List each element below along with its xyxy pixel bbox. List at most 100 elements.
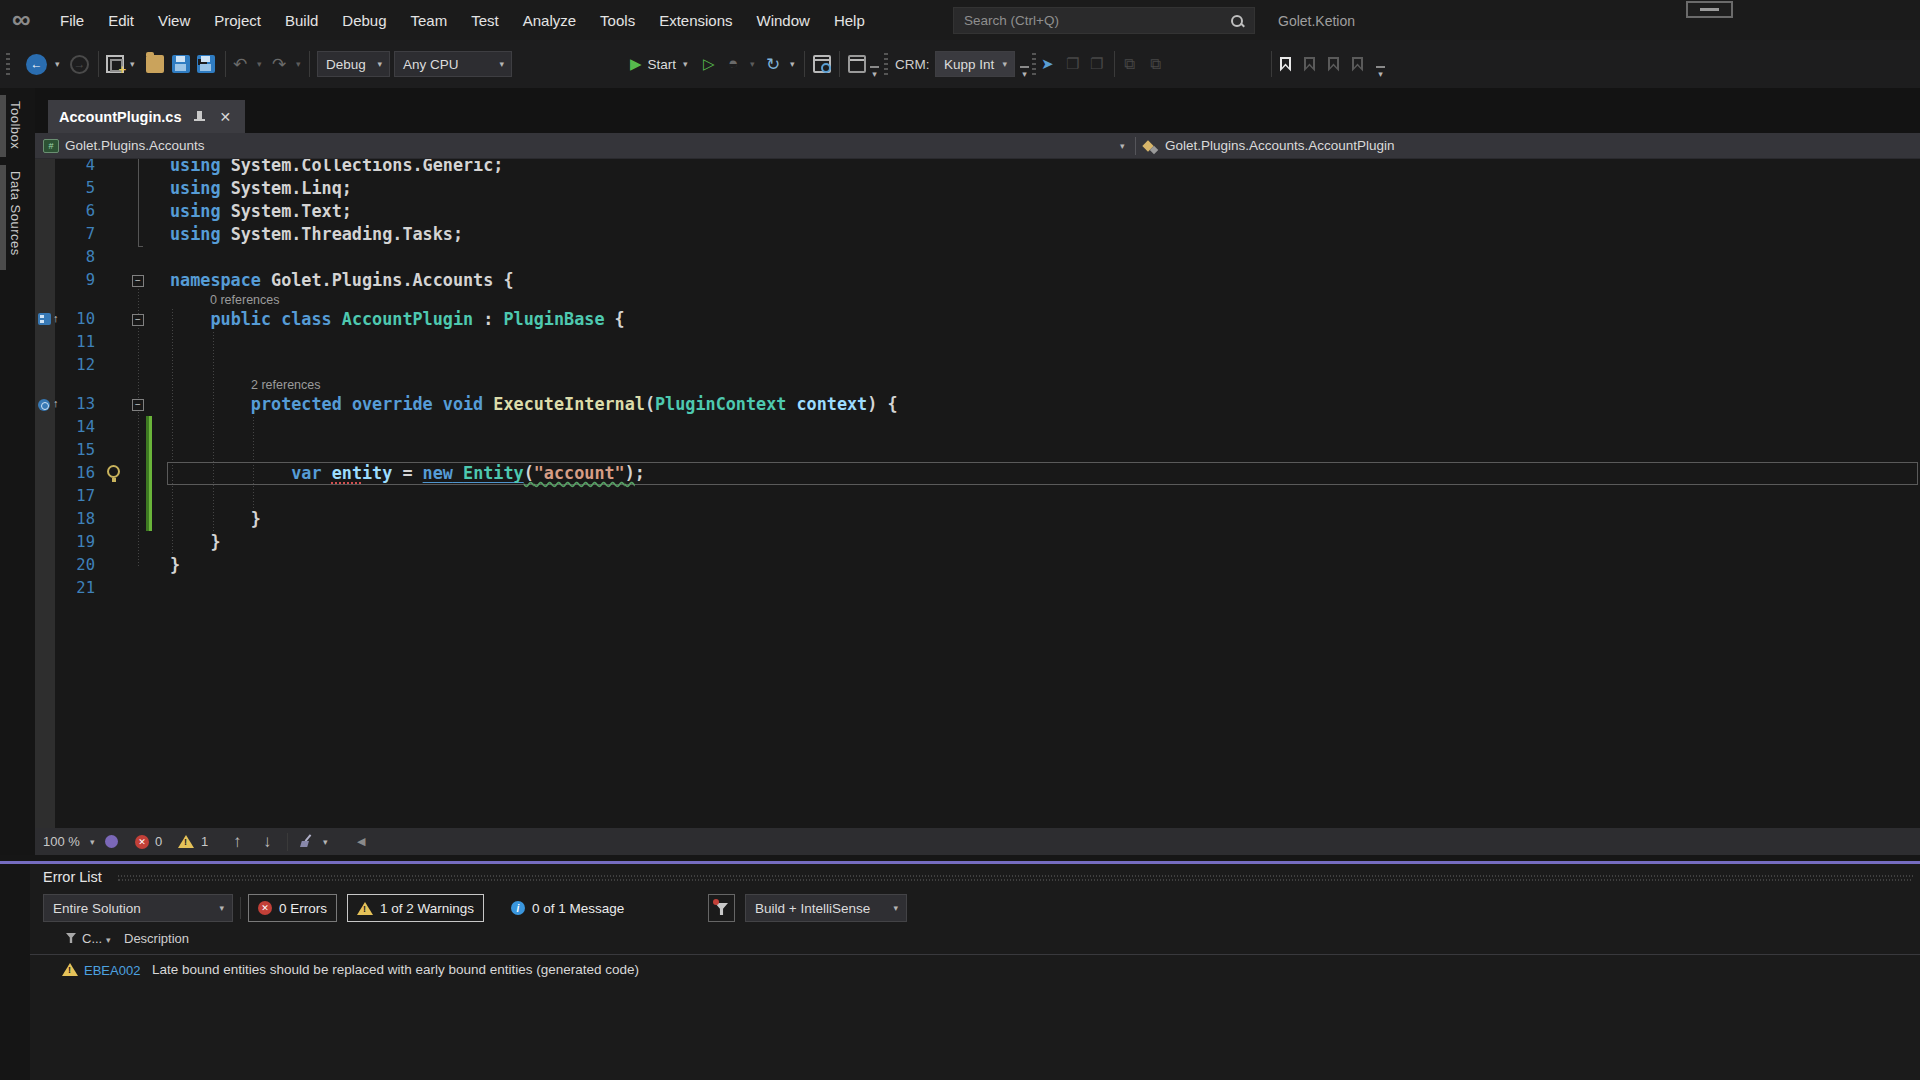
- prev-issue-button[interactable]: ↑: [233, 828, 242, 855]
- codelens-references[interactable]: 0 references: [35, 292, 1920, 308]
- disabled-tool-icon[interactable]: ❐: [1090, 55, 1103, 73]
- refresh-dropdown[interactable]: ▾: [790, 59, 795, 69]
- close-icon[interactable]: ✕: [219, 109, 231, 125]
- code-line[interactable]: 11: [35, 331, 1920, 354]
- new-project-button[interactable]: [106, 55, 124, 73]
- description-column-header[interactable]: Description: [124, 931, 189, 946]
- severity-column-icon[interactable]: [66, 933, 76, 943]
- disabled-tool-icon[interactable]: ❐: [1066, 55, 1079, 73]
- code-line[interactable]: 17: [35, 485, 1920, 508]
- code-line[interactable]: 8: [35, 246, 1920, 269]
- code-cleanup-dropdown[interactable]: ▾: [323, 837, 328, 847]
- undo-dropdown[interactable]: ▾: [257, 59, 262, 69]
- code-line[interactable]: 5using System.Linq;: [35, 177, 1920, 200]
- toolbar-grip[interactable]: [884, 53, 888, 75]
- menu-view[interactable]: View: [146, 12, 202, 29]
- start-without-debug-button[interactable]: ▷: [703, 55, 715, 73]
- account-name[interactable]: Golet.Ketion: [1278, 13, 1355, 29]
- next-issue-button[interactable]: ↓: [263, 828, 272, 855]
- scope-dropdown[interactable]: Entire Solution▾: [43, 894, 233, 922]
- codelens-references[interactable]: 2 references: [35, 377, 1920, 393]
- start-debug-button[interactable]: Start: [648, 57, 677, 72]
- save-all-button[interactable]: [197, 55, 215, 73]
- code-line[interactable]: 20}: [35, 554, 1920, 577]
- source-dropdown[interactable]: Build + IntelliSense▾: [745, 894, 907, 922]
- code-line[interactable]: 6using System.Text;: [35, 200, 1920, 223]
- fold-collapse-box[interactable]: −: [132, 399, 144, 411]
- navigate-back-button[interactable]: ←: [26, 54, 47, 75]
- filter-button[interactable]: [708, 894, 735, 922]
- toolbar-overflow-button[interactable]: ▾: [1376, 66, 1385, 79]
- menu-edit[interactable]: Edit: [96, 12, 146, 29]
- menu-build[interactable]: Build: [273, 12, 330, 29]
- code-line[interactable]: 14: [35, 416, 1920, 439]
- code-line[interactable]: 13−↑ protected override void ExecuteInte…: [35, 393, 1920, 416]
- menu-project[interactable]: Project: [202, 12, 273, 29]
- chevron-down-icon[interactable]: ▾: [1120, 141, 1125, 151]
- toolbar-overflow-button[interactable]: ▾: [870, 66, 879, 79]
- warning-count-icon[interactable]: [178, 835, 194, 848]
- menu-file[interactable]: File: [48, 12, 96, 29]
- code-line[interactable]: 10−↑ public class AccountPlugin : Plugin…: [35, 308, 1920, 331]
- code-cleanup-icon[interactable]: [299, 834, 314, 849]
- toolbar-grip[interactable]: [1032, 53, 1036, 75]
- next-bookmark-button[interactable]: [1328, 57, 1339, 72]
- namespace-dropdown[interactable]: Golet.Plugins.Accounts: [65, 138, 205, 153]
- undo-button[interactable]: ↶: [233, 54, 247, 75]
- code-line[interactable]: 9−namespace Golet.Plugins.Accounts {: [35, 269, 1920, 292]
- type-dropdown[interactable]: Golet.Plugins.Accounts.AccountPlugin: [1165, 138, 1395, 153]
- warning-code[interactable]: EBEA002: [84, 963, 140, 978]
- disabled-tool-icon[interactable]: ⧉: [1124, 55, 1135, 73]
- redo-dropdown[interactable]: ▾: [296, 59, 301, 69]
- zoom-level[interactable]: 100 %: [43, 828, 80, 855]
- inheritance-glyph-icon[interactable]: [38, 313, 51, 325]
- menu-window[interactable]: Window: [745, 12, 822, 29]
- code-line[interactable]: 16 var entity = new Entity("account");: [35, 462, 1920, 485]
- menu-analyze[interactable]: Analyze: [511, 12, 588, 29]
- search-box[interactable]: Search (Ctrl+Q): [953, 7, 1255, 34]
- profiler-button[interactable]: ◓: [728, 54, 738, 74]
- menu-tools[interactable]: Tools: [588, 12, 647, 29]
- pin-icon[interactable]: [193, 110, 205, 124]
- menu-debug[interactable]: Debug: [330, 12, 398, 29]
- minimize-button[interactable]: [1686, 1, 1733, 18]
- navigate-back-dropdown[interactable]: ▾: [55, 59, 60, 69]
- menu-extensions[interactable]: Extensions: [647, 12, 744, 29]
- profiler-dropdown[interactable]: ▾: [750, 59, 755, 69]
- override-glyph-icon[interactable]: [38, 399, 50, 411]
- select-pointer-icon[interactable]: ➤: [1041, 55, 1054, 73]
- warnings-filter-button[interactable]: 1 of 2 Warnings: [347, 894, 484, 922]
- code-line[interactable]: 7using System.Threading.Tasks;: [35, 223, 1920, 246]
- code-editor[interactable]: 4using System.Collections.Generic;5using…: [35, 159, 1920, 828]
- sidebar-tab-toolbox[interactable]: Toolbox: [0, 95, 35, 157]
- lightbulb-icon[interactable]: [107, 465, 120, 478]
- new-project-dropdown[interactable]: ▾: [130, 59, 135, 69]
- refresh-button[interactable]: ↻: [766, 54, 780, 75]
- errors-filter-button[interactable]: ✕0 Errors: [248, 894, 337, 922]
- hscroll-left-arrow[interactable]: ◀: [357, 828, 365, 855]
- code-line[interactable]: 19 }: [35, 531, 1920, 554]
- open-file-button[interactable]: [146, 55, 164, 73]
- sidebar-tab-data-sources[interactable]: Data Sources: [0, 165, 35, 270]
- code-column-dropdown[interactable]: ▾: [106, 935, 111, 945]
- bookmark-button[interactable]: [1280, 57, 1291, 72]
- clear-bookmarks-button[interactable]: [1352, 57, 1363, 72]
- fold-collapse-box[interactable]: −: [132, 314, 144, 326]
- toolbar-overflow-button[interactable]: ▾: [1020, 66, 1029, 79]
- code-line[interactable]: 21: [35, 577, 1920, 600]
- zoom-dropdown[interactable]: ▾: [90, 837, 95, 847]
- error-count-icon[interactable]: ✕: [135, 835, 149, 849]
- fold-collapse-box[interactable]: −: [132, 275, 144, 287]
- crm-connection-dropdown[interactable]: Kupp Int▾: [935, 51, 1015, 77]
- error-list-row[interactable]: EBEA002 Late bound entities should be re…: [30, 958, 1920, 984]
- disabled-tool-icon[interactable]: ⧉: [1150, 55, 1161, 73]
- code-line[interactable]: 15: [35, 439, 1920, 462]
- prev-bookmark-button[interactable]: [1304, 57, 1315, 72]
- solution-configuration-dropdown[interactable]: Debug▾: [317, 51, 390, 77]
- navigate-forward-button[interactable]: →: [70, 55, 89, 74]
- solution-explorer-button[interactable]: [848, 55, 866, 73]
- messages-filter-button[interactable]: i0 of 1 Message: [502, 894, 633, 922]
- code-line[interactable]: 18 }: [35, 508, 1920, 531]
- solution-platform-dropdown[interactable]: Any CPU▾: [394, 51, 512, 77]
- menu-team[interactable]: Team: [399, 12, 460, 29]
